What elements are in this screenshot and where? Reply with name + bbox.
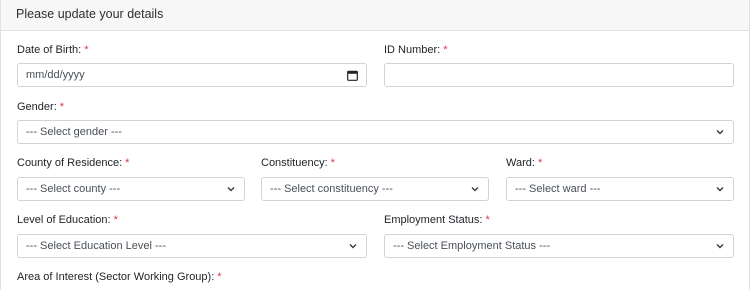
gender-select[interactable]: --- Select gender ---: [17, 120, 734, 144]
card-header: Please update your details: [1, 0, 749, 31]
card-title: Please update your details: [16, 7, 164, 21]
chevron-down-icon: [716, 244, 724, 249]
required-mark: *: [443, 44, 448, 56]
required-mark: *: [84, 44, 89, 56]
chevron-down-icon: [227, 187, 235, 192]
id-number-label: ID Number: *: [384, 44, 448, 56]
dob-input[interactable]: mm/dd/yyyy: [17, 63, 367, 87]
required-mark: *: [113, 214, 118, 226]
id-number-input[interactable]: [384, 63, 734, 87]
employment-select[interactable]: --- Select Employment Status ---: [384, 234, 734, 258]
constituency-label: Constituency: *: [261, 157, 335, 169]
dob-label: Date of Birth: *: [17, 44, 89, 56]
gender-label: Gender: *: [17, 101, 65, 113]
chevron-down-icon: [716, 187, 724, 192]
constituency-select[interactable]: --- Select constituency ---: [261, 177, 489, 201]
county-select[interactable]: --- Select county ---: [17, 177, 245, 201]
interest-label: Area of Interest (Sector Working Group):…: [17, 271, 222, 283]
ward-value: --- Select ward ---: [515, 183, 601, 195]
required-mark: *: [537, 157, 543, 169]
details-card: Please update your details Date of Birth…: [0, 0, 750, 290]
education-select[interactable]: --- Select Education Level ---: [17, 234, 367, 258]
ward-label: Ward: *: [506, 157, 543, 169]
county-label: County of Residence: *: [17, 157, 130, 169]
employment-label: Employment Status: *: [384, 214, 490, 226]
employment-value: --- Select Employment Status ---: [393, 240, 551, 252]
required-mark: *: [217, 271, 222, 283]
dob-value: mm/dd/yyyy: [26, 69, 85, 81]
chevron-down-icon: [349, 244, 357, 249]
ward-select[interactable]: --- Select ward ---: [506, 177, 734, 201]
county-value: --- Select county ---: [26, 183, 121, 195]
required-mark: *: [330, 157, 335, 169]
chevron-down-icon: [716, 130, 724, 135]
required-mark: *: [59, 101, 65, 113]
constituency-value: --- Select constituency ---: [270, 183, 393, 195]
education-value: --- Select Education Level ---: [26, 240, 166, 252]
chevron-down-icon: [471, 187, 479, 192]
calendar-icon[interactable]: [347, 70, 358, 81]
required-mark: *: [125, 157, 130, 169]
education-label: Level of Education: *: [17, 214, 118, 226]
required-mark: *: [485, 214, 490, 226]
gender-value: --- Select gender ---: [26, 126, 122, 138]
